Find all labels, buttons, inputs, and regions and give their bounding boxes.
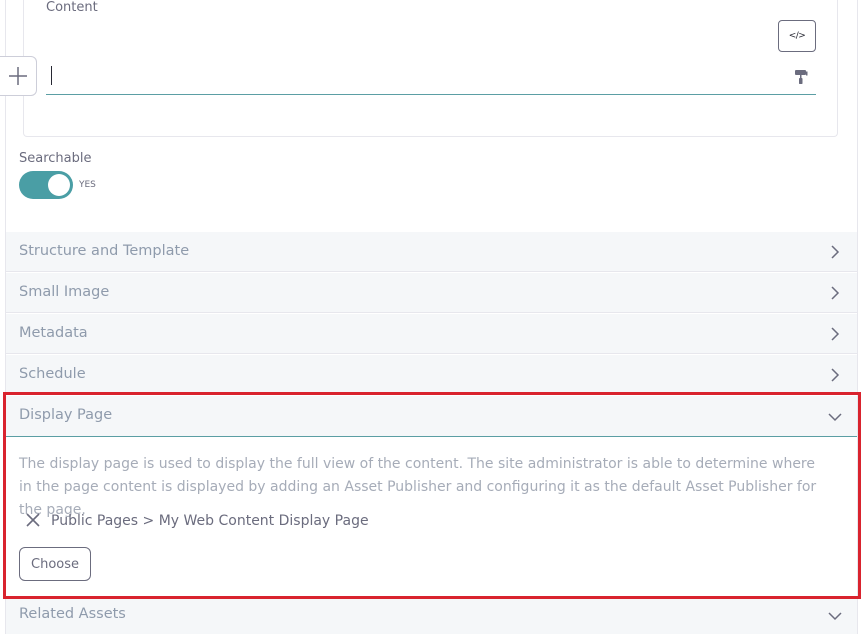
toggle-state-text: YES [79, 180, 96, 190]
panel-display-page: Display Page The display page is used to… [6, 396, 857, 597]
panel-title: Schedule [19, 366, 86, 382]
content-editor[interactable] [46, 94, 816, 95]
panel-small-image[interactable]: Small Image [6, 273, 857, 313]
panel-related-assets[interactable]: Related Assets [6, 599, 857, 634]
content-label: Content [46, 0, 98, 15]
choose-button[interactable]: Choose [19, 547, 91, 581]
paint-roller-icon[interactable] [794, 69, 808, 85]
chevron-right-icon [831, 286, 840, 300]
panel-title: Metadata [19, 325, 88, 341]
chevron-down-icon [828, 612, 842, 621]
selected-display-page: Public Pages > My Web Content Display Pa… [51, 513, 369, 529]
text-caret [51, 66, 52, 85]
display-page-description: The display page is used to display the … [19, 456, 817, 518]
close-icon[interactable] [25, 512, 41, 528]
panel-title: Display Page [19, 407, 113, 423]
searchable-label: Searchable [19, 151, 92, 166]
chevron-right-icon [831, 327, 840, 341]
add-element-button[interactable] [0, 56, 37, 96]
panel-title: Structure and Template [19, 243, 190, 259]
plus-icon [9, 67, 27, 85]
chevron-right-icon [831, 368, 840, 382]
panel-schedule[interactable]: Schedule [6, 355, 857, 395]
panel-title: Related Assets [19, 606, 126, 622]
searchable-toggle[interactable] [19, 171, 73, 199]
panel-title: Small Image [19, 284, 110, 300]
chevron-down-icon [828, 413, 842, 422]
content-card [23, 0, 838, 137]
display-page-header[interactable]: Display Page [6, 396, 857, 437]
source-code-button[interactable]: </> [778, 20, 816, 52]
panel-structure-and-template[interactable]: Structure and Template [6, 232, 857, 272]
toggle-knob [48, 174, 70, 196]
panel-metadata[interactable]: Metadata [6, 314, 857, 354]
chevron-right-icon [831, 245, 840, 259]
